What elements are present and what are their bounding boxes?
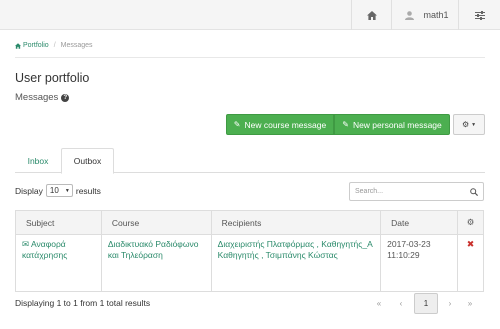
tab-inbox[interactable]: Inbox <box>15 148 61 173</box>
column-recipients[interactable]: Recipients <box>210 210 382 235</box>
user-icon <box>405 10 415 20</box>
page-size-select[interactable]: 10 ▼ <box>45 184 73 197</box>
next-page-button[interactable]: › <box>441 294 459 312</box>
messages-table: Subject Course Recipients Date ⚙ ✉ Αναφο… <box>15 210 484 292</box>
page-size-control: Display 10 ▼ results <box>15 184 101 197</box>
help-icon[interactable]: ? <box>61 93 70 102</box>
new-personal-message-label: New personal message <box>352 119 442 130</box>
table-row: ✉ Αναφορά κατάχρησης Διαδικτυακό Ραδιόφω… <box>15 234 484 292</box>
settings-menu-button[interactable] <box>458 0 500 30</box>
page-title: User portfolio <box>15 71 90 85</box>
last-page-button[interactable]: » <box>461 294 479 312</box>
breadcrumb-portfolio-link[interactable]: Portfolio <box>23 42 49 49</box>
delete-icon[interactable]: ✖ <box>464 239 477 250</box>
message-subject-link[interactable]: Αναφορά κατάχρησης <box>22 239 67 260</box>
home-button[interactable] <box>351 0 391 30</box>
previous-page-button[interactable]: ‹ <box>392 294 410 312</box>
sliders-icon <box>474 10 485 20</box>
column-subject[interactable]: Subject <box>15 210 102 235</box>
options-dropdown-button[interactable]: ⚙ ▼ <box>453 114 485 135</box>
display-prefix: Display <box>15 185 43 196</box>
message-tabs: Inbox Outbox <box>15 148 485 174</box>
recipients-link[interactable]: Διαχειριστής Πλατφόρμας , Καθηγητής_Α Κα… <box>218 239 373 260</box>
user-menu[interactable]: math1 <box>391 0 458 30</box>
edit-icon: ✎ <box>342 120 349 129</box>
cell-recipients: Διαχειριστής Πλατφόρμας , Καθηγητής_Α Κα… <box>210 234 382 292</box>
new-personal-message-button[interactable]: ✎ New personal message <box>334 114 450 135</box>
current-page-button[interactable]: 1 <box>414 293 438 314</box>
edit-icon: ✎ <box>233 120 241 129</box>
gears-icon: ⚙ <box>461 120 470 129</box>
tab-outbox[interactable]: Outbox <box>61 148 114 174</box>
caret-down-icon: ▼ <box>64 187 70 194</box>
cell-course: Διαδικτυακό Ραδιόφωνο και Τηλεόραση <box>100 234 212 292</box>
cell-date: 2017-03-23 11:10:29 <box>380 234 458 292</box>
first-page-button[interactable]: « <box>370 294 388 312</box>
home-small-icon <box>15 42 21 49</box>
new-course-message-button[interactable]: ✎ New course message <box>226 114 334 135</box>
username-label: math1 <box>423 10 449 20</box>
column-date[interactable]: Date <box>380 210 458 235</box>
course-link[interactable]: Διαδικτυακό Ραδιόφωνο και Τηλεόραση <box>108 239 199 260</box>
top-navbar: math1 <box>0 0 500 30</box>
header-divider <box>15 57 485 58</box>
search-input[interactable]: Search... <box>349 182 484 201</box>
gears-icon: ⚙ <box>466 217 475 227</box>
search-icon <box>470 187 478 196</box>
breadcrumb: Portfolio / Messages <box>15 42 93 49</box>
display-suffix: results <box>75 185 101 196</box>
column-actions: ⚙ <box>457 210 484 235</box>
cell-subject: ✉ Αναφορά κατάχρησης <box>15 234 102 292</box>
column-course[interactable]: Course <box>100 210 212 235</box>
search-placeholder: Search... <box>355 188 384 195</box>
breadcrumb-separator: / <box>53 42 56 49</box>
home-icon <box>366 10 377 20</box>
caret-down-icon: ▼ <box>471 121 477 128</box>
breadcrumb-current: Messages <box>60 42 93 49</box>
cell-actions: ✖ <box>457 234 484 292</box>
section-title: Messages ? <box>15 92 70 103</box>
page-size-value: 10 <box>49 186 59 195</box>
envelope-icon: ✉ <box>22 239 30 249</box>
table-header-row: Subject Course Recipients Date ⚙ <box>15 210 484 235</box>
results-summary: Displaying 1 to 1 from 1 total results <box>15 298 151 308</box>
new-course-message-label: New course message <box>244 119 327 130</box>
section-title-text: Messages <box>15 92 59 103</box>
